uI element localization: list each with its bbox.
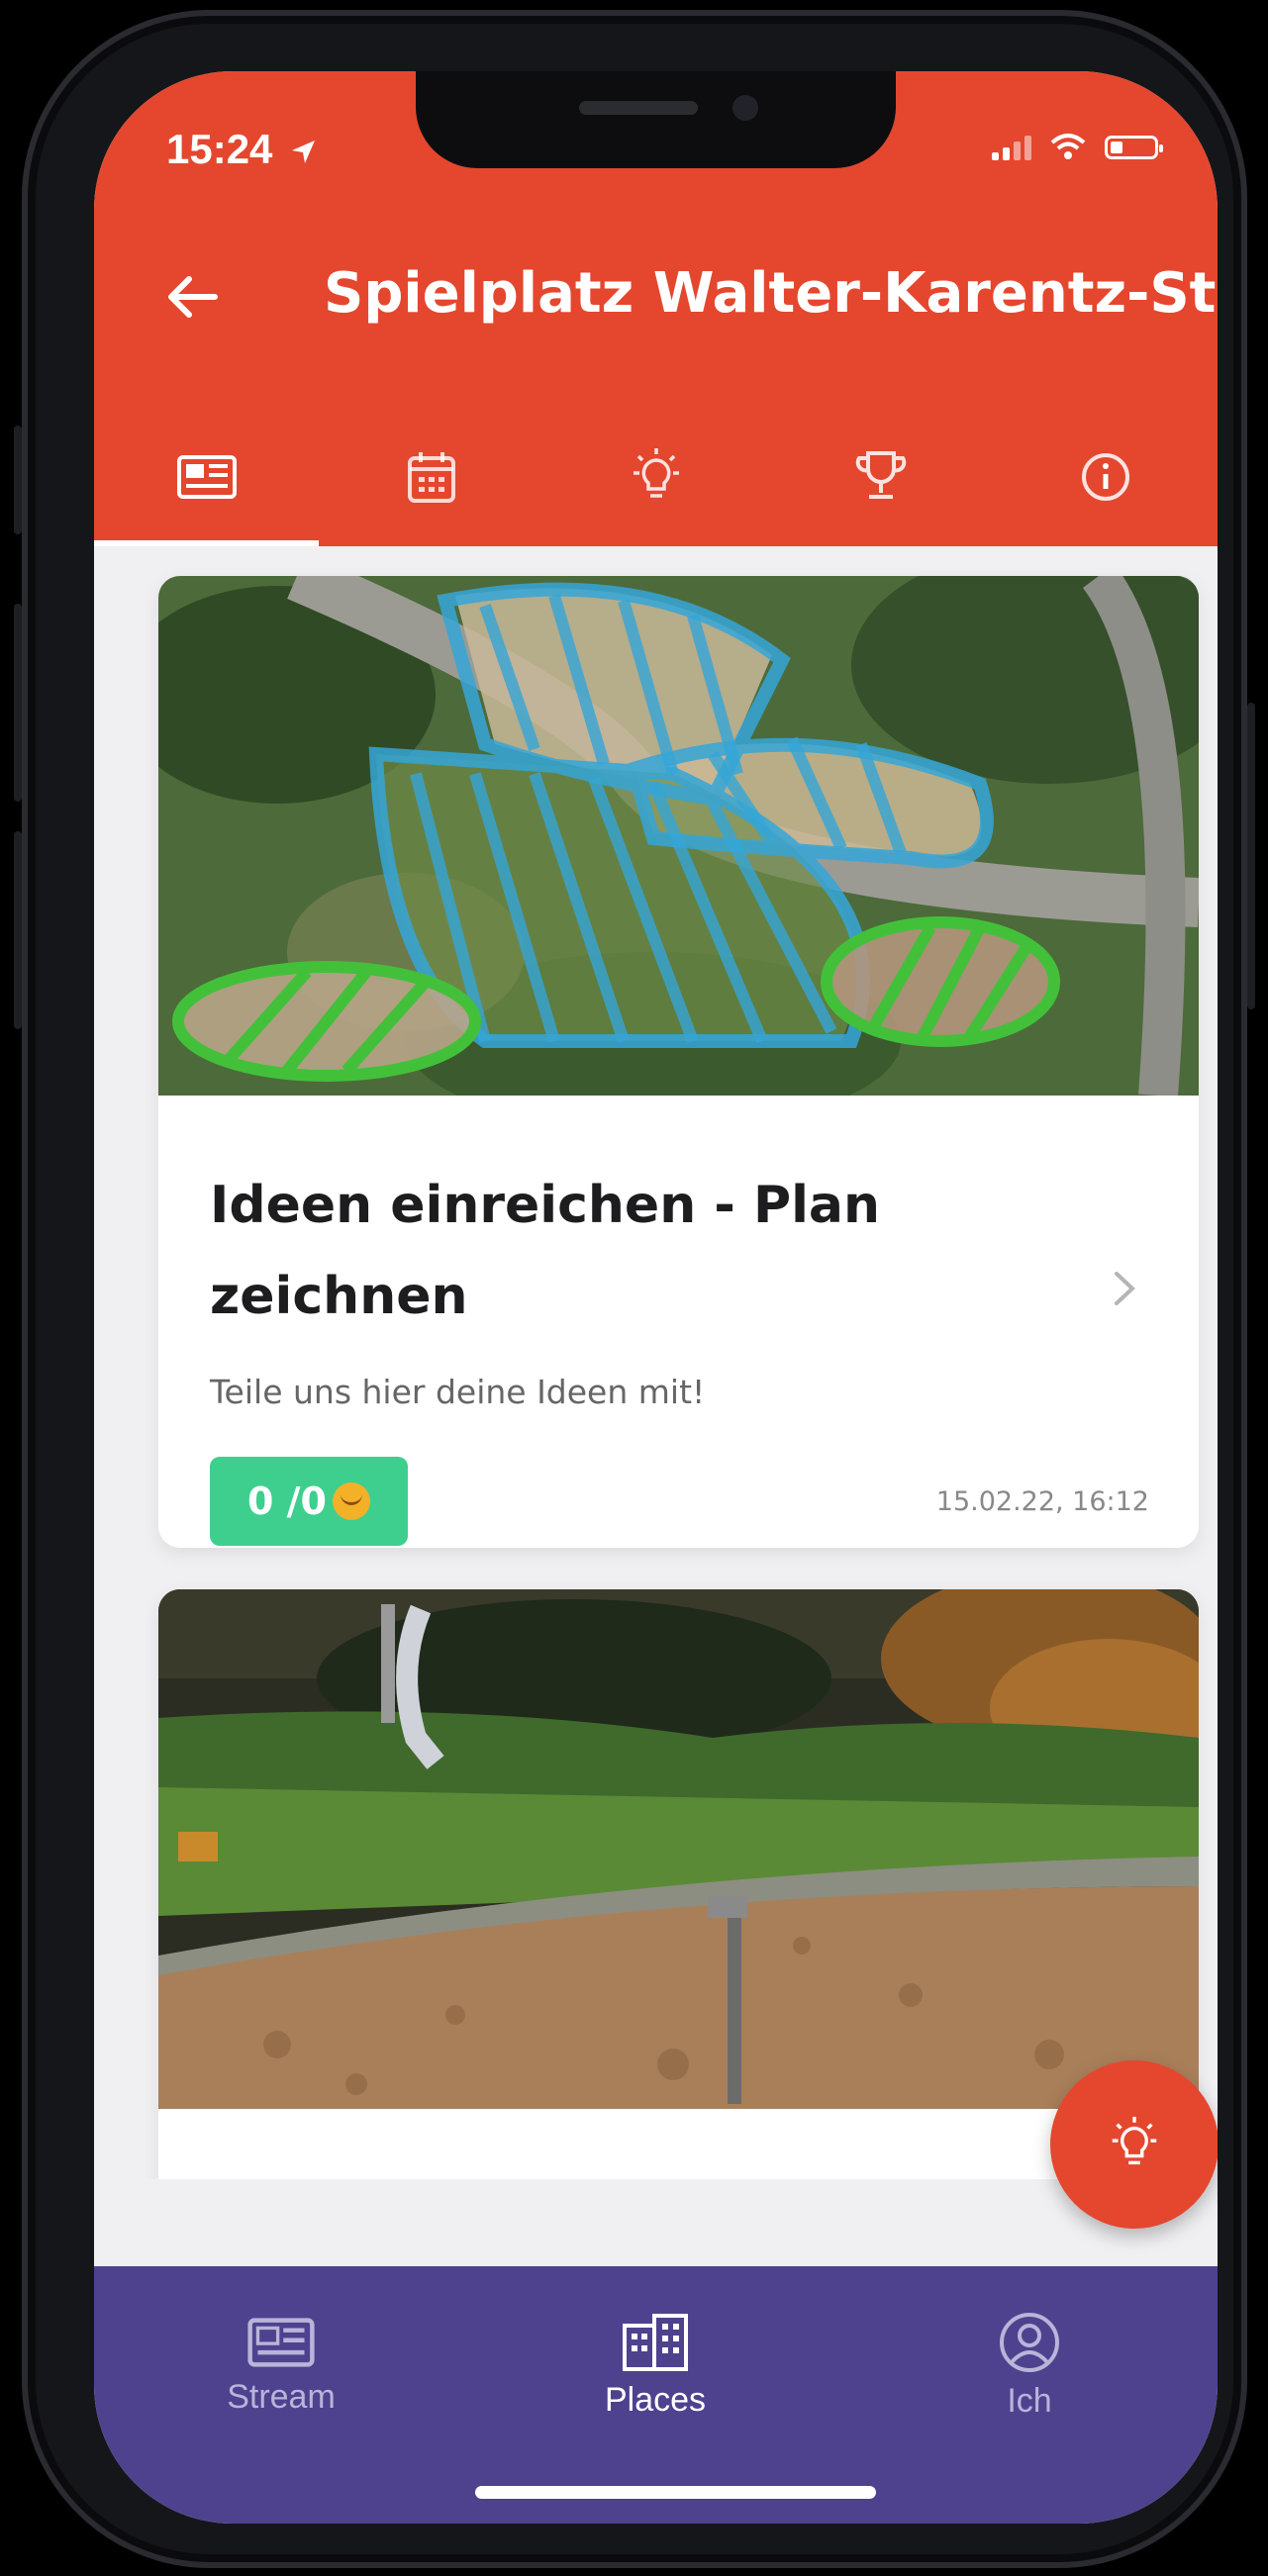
wifi-icon bbox=[1050, 134, 1086, 159]
card-title: Welche Spielgeräte wünschst bbox=[210, 2161, 1081, 2179]
home-indicator[interactable] bbox=[475, 2486, 876, 2499]
add-idea-button[interactable] bbox=[1050, 2060, 1218, 2229]
newspaper-icon bbox=[176, 455, 237, 499]
power-button bbox=[1247, 703, 1255, 1009]
buildings-icon bbox=[623, 2313, 688, 2371]
notch bbox=[416, 71, 896, 168]
time-text: 15:24 bbox=[166, 126, 273, 172]
card-title: Ideen einreichen - Plan zeichnen bbox=[210, 1176, 881, 1326]
status-time: 15:24 bbox=[166, 126, 318, 173]
calendar-icon bbox=[407, 452, 455, 503]
signal-icon bbox=[992, 135, 1031, 160]
status-icons bbox=[992, 133, 1163, 162]
volume-up-button bbox=[14, 604, 22, 802]
list-item[interactable]: Welche Spielgeräte wünschst bbox=[158, 1589, 1199, 2179]
back-arrow-icon[interactable] bbox=[163, 267, 223, 327]
nav-label: Places bbox=[604, 2380, 707, 2419]
vote-count: 0 /0 bbox=[247, 1479, 327, 1523]
trophy-icon bbox=[855, 451, 906, 499]
speaker bbox=[579, 101, 698, 115]
tab-bar bbox=[94, 408, 1218, 546]
front-camera bbox=[732, 95, 758, 121]
nav-label: Stream bbox=[227, 2377, 336, 2416]
card-date: 15.02.22, 16:12 bbox=[935, 1486, 1149, 1517]
aerial-map-image bbox=[158, 576, 1199, 1096]
nav-label: Ich bbox=[1007, 2381, 1052, 2420]
nav-profile[interactable]: Ich bbox=[842, 2266, 1217, 2464]
phone-frame: 15:24 Spielplatz Walter-Karentz-Str. Ide… bbox=[14, 10, 1255, 2568]
mute-switch bbox=[14, 426, 22, 534]
tab-ideas[interactable] bbox=[543, 408, 768, 546]
tab-info[interactable] bbox=[993, 408, 1218, 546]
lightbulb-icon bbox=[1112, 2116, 1157, 2165]
screen: 15:24 Spielplatz Walter-Karentz-Str. Ide… bbox=[94, 71, 1218, 2524]
nav-places[interactable]: Places bbox=[468, 2266, 842, 2464]
bottom-navigation: Stream Places Ich bbox=[94, 2266, 1218, 2524]
list-item[interactable]: Ideen einreichen - Plan zeichnen Teile u… bbox=[158, 576, 1199, 1548]
volume-down-button bbox=[14, 831, 22, 1029]
tab-stream[interactable] bbox=[94, 408, 319, 546]
lightbulb-icon bbox=[633, 448, 679, 498]
nav-stream[interactable]: Stream bbox=[94, 2266, 468, 2464]
chevron-right-icon bbox=[1115, 1272, 1135, 1305]
newspaper-icon bbox=[247, 2317, 315, 2367]
vote-badge: 0 /0 bbox=[210, 1457, 408, 1546]
user-icon bbox=[1000, 2312, 1059, 2372]
location-arrow-icon bbox=[292, 140, 316, 163]
info-icon bbox=[1081, 453, 1129, 501]
tab-trophy[interactable] bbox=[768, 408, 993, 546]
tab-events[interactable] bbox=[319, 408, 543, 546]
smiley-icon bbox=[333, 1482, 370, 1520]
stream-list[interactable]: Ideen einreichen - Plan zeichnen Teile u… bbox=[94, 546, 1218, 2179]
playground-photo bbox=[158, 1589, 1199, 2109]
card-subtitle: Teile uns hier deine Ideen mit! bbox=[210, 1373, 706, 1411]
battery-icon bbox=[1105, 136, 1163, 159]
page-title: Spielplatz Walter-Karentz-Str. bbox=[324, 261, 1218, 326]
